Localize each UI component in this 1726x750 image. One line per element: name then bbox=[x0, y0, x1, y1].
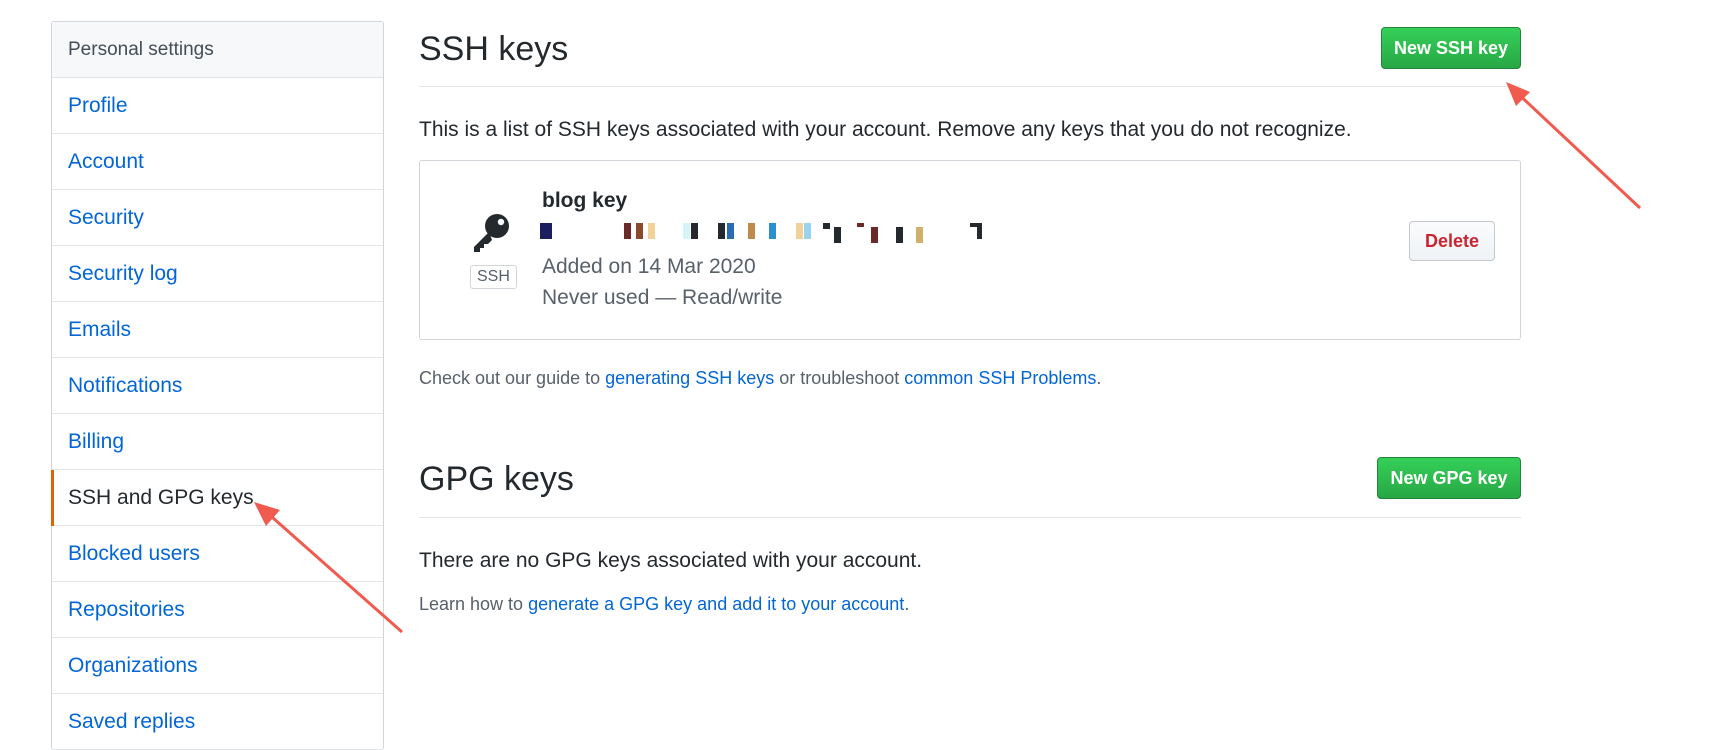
guide-middle: or troubleshoot bbox=[774, 368, 905, 388]
generating-ssh-keys-link[interactable]: generating SSH keys bbox=[605, 368, 774, 388]
ssh-badge: SSH bbox=[470, 265, 517, 289]
delete-ssh-key-button[interactable]: Delete bbox=[1409, 221, 1495, 261]
key-icon bbox=[474, 214, 509, 252]
gpg-learn-text: Learn how to generate a GPG key and add … bbox=[419, 594, 909, 615]
generate-gpg-key-link[interactable]: generate a GPG key and add it to your ac… bbox=[528, 594, 904, 614]
gpg-keys-title: GPG keys bbox=[419, 460, 574, 498]
ssh-key-item: SSH blog key Added on 14 Mar 2020 Never … bbox=[419, 160, 1521, 340]
ssh-guide-text: Check out our guide to generating SSH ke… bbox=[419, 368, 1101, 389]
new-ssh-key-button[interactable]: New SSH key bbox=[1381, 27, 1521, 69]
gpg-section-header: GPG keys New GPG key bbox=[419, 455, 1521, 518]
sidebar-item-security-log[interactable]: Security log bbox=[52, 246, 383, 302]
sidebar-item-organizations[interactable]: Organizations bbox=[52, 638, 383, 694]
sidebar-item-profile[interactable]: Profile bbox=[52, 78, 383, 134]
ssh-key-fingerprint-redacted bbox=[540, 223, 1030, 243]
gpg-empty-text: There are no GPG keys associated with yo… bbox=[419, 549, 923, 572]
sidebar-item-blocked-users[interactable]: Blocked users bbox=[52, 526, 383, 582]
learn-suffix: . bbox=[904, 594, 910, 614]
settings-sidebar: Personal settings Profile Account Securi… bbox=[51, 21, 384, 750]
sidebar-item-emails[interactable]: Emails bbox=[52, 302, 383, 358]
ssh-keys-title: SSH keys bbox=[419, 30, 569, 68]
sidebar-item-notifications[interactable]: Notifications bbox=[52, 358, 383, 414]
annotation-arrow-new-ssh-key bbox=[1506, 82, 1642, 210]
sidebar-item-security[interactable]: Security bbox=[52, 190, 383, 246]
main-content: SSH keys New SSH key This is a list of S… bbox=[419, 0, 1521, 614]
sidebar-item-ssh-gpg-keys[interactable]: SSH and GPG keys bbox=[51, 470, 383, 526]
new-gpg-key-button[interactable]: New GPG key bbox=[1377, 457, 1521, 499]
sidebar-header: Personal settings bbox=[52, 22, 383, 78]
ssh-key-usage: Never used — Read/write bbox=[542, 286, 783, 309]
guide-suffix: . bbox=[1096, 368, 1102, 388]
sidebar-item-billing[interactable]: Billing bbox=[52, 414, 383, 470]
sidebar-item-repositories[interactable]: Repositories bbox=[52, 582, 383, 638]
guide-prefix: Check out our guide to bbox=[419, 368, 606, 388]
ssh-key-added-date: Added on 14 Mar 2020 bbox=[542, 255, 756, 278]
learn-prefix: Learn how to bbox=[419, 594, 529, 614]
sidebar-item-account[interactable]: Account bbox=[52, 134, 383, 190]
sidebar-item-saved-replies[interactable]: Saved replies bbox=[52, 694, 383, 750]
common-ssh-problems-link[interactable]: common SSH Problems bbox=[904, 368, 1096, 388]
ssh-intro-text: This is a list of SSH keys associated wi… bbox=[419, 118, 1352, 141]
ssh-section-header: SSH keys New SSH key bbox=[419, 0, 1521, 87]
ssh-key-title: blog key bbox=[542, 189, 628, 212]
